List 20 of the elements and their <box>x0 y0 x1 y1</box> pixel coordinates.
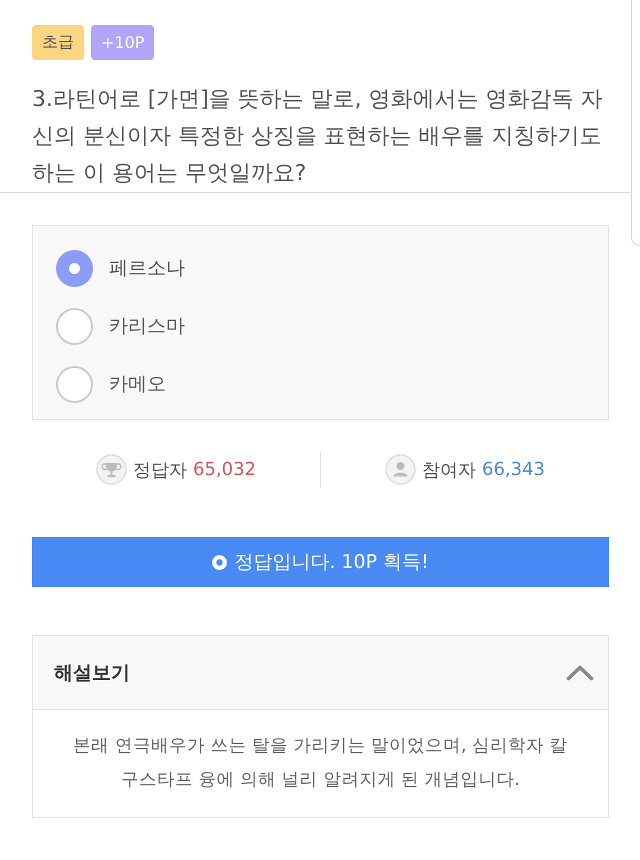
ring-icon <box>212 554 228 570</box>
person-icon <box>385 454 416 485</box>
explanation-header[interactable]: 해설보기 <box>33 636 608 710</box>
option-label[interactable]: 카메오 <box>109 371 166 397</box>
level-badge: 초급 <box>32 25 84 60</box>
option-label[interactable]: 페르소나 <box>109 255 185 281</box>
stat-label: 참여자 <box>422 458 476 482</box>
radio-button[interactable] <box>56 366 93 402</box>
stat-count: 65,032 <box>193 459 256 480</box>
trophy-icon <box>96 454 127 485</box>
stat-label: 정답자 <box>133 458 187 482</box>
result-text: 정답입니다. 10P 획득! <box>234 550 429 575</box>
stat-count: 66,343 <box>482 459 545 480</box>
explanation-text: 본래 연극배우가 쓰는 탈을 가리키는 말이었으며, 심리학자 칼 구스타프 융에 의해 널리 알려지게 된 개념입니다. <box>72 735 569 792</box>
chevron-up-icon <box>566 664 594 681</box>
option-label[interactable]: 카리스마 <box>109 313 185 339</box>
radio-button[interactable] <box>56 250 93 286</box>
points-badge: +10P <box>91 25 154 60</box>
radio-button[interactable] <box>56 308 93 344</box>
question-text: 3.라틴어로 [가면]을 뜻하는 말로, 영화에서는 영화감독 자신의 분신이자 특정한 상징을 표현하는 배우를 지칭하기도 하는 이 용어는 무엇일까요? <box>32 86 604 188</box>
